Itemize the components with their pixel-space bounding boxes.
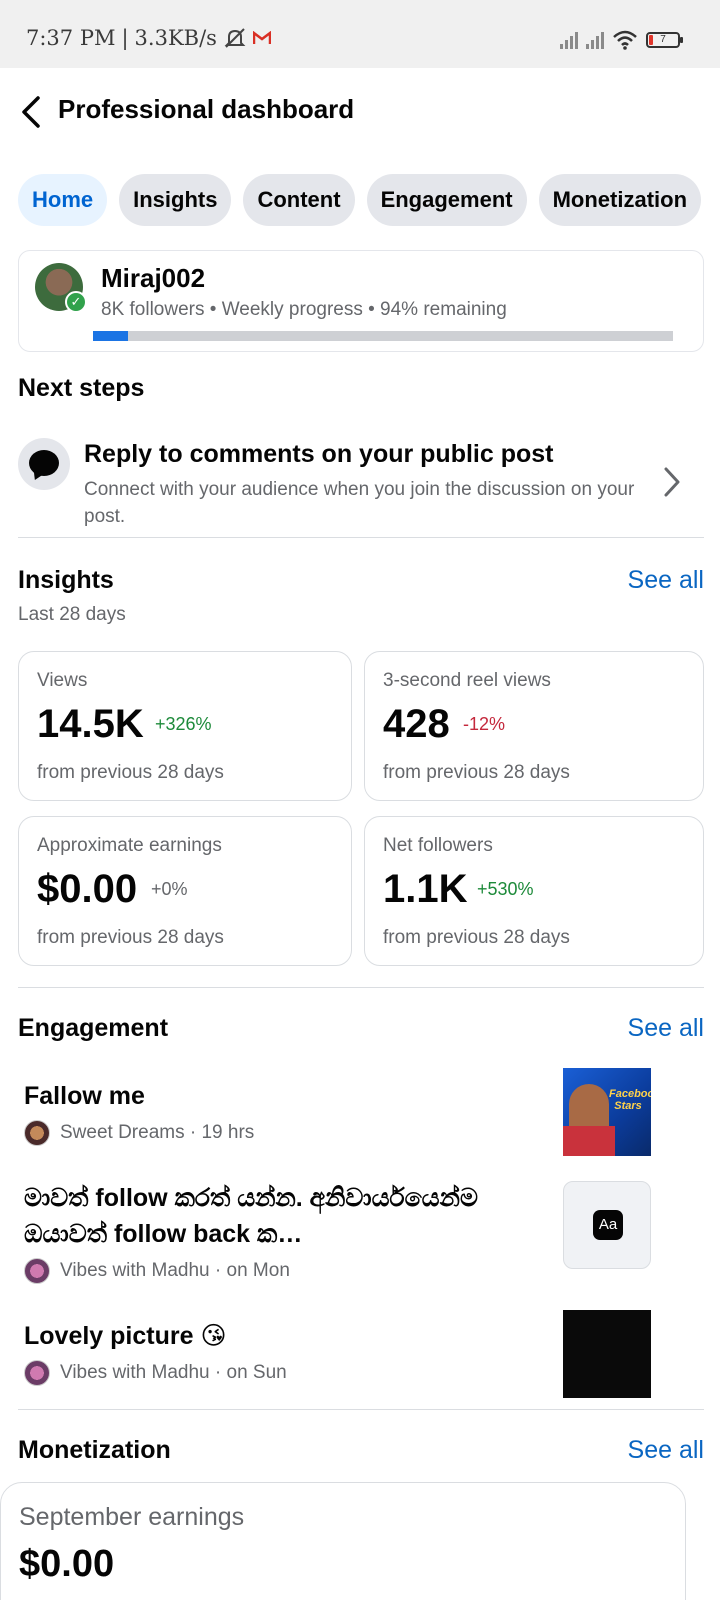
- engagement-post-title: මාවත් follow කරත් යන්න. අනිවාර්යයෙන්ම ඔය…: [24, 1184, 478, 1248]
- divider: [18, 987, 704, 988]
- avatar: [24, 1258, 50, 1284]
- status-separator: |: [121, 26, 129, 50]
- metric-change: +530%: [477, 879, 534, 899]
- post-thumbnail[interactable]: [563, 1310, 651, 1398]
- divider: [18, 1409, 704, 1410]
- progress-fill: [93, 331, 128, 341]
- next-step-description: Connect with your audience when you join…: [84, 479, 635, 527]
- thumbnail-caption: Facebook Stars: [609, 1088, 651, 1112]
- signal-icon-2: [586, 31, 604, 49]
- post-thumbnail[interactable]: Facebook Stars: [563, 1068, 651, 1156]
- status-left: 7:37 PM | 3.3KB/s: [26, 26, 271, 50]
- next-step-title[interactable]: Reply to comments on your public post: [84, 440, 553, 469]
- tab-bar: Home Insights Content Engagement Monetiz…: [18, 174, 702, 226]
- status-time: 7:37 PM: [26, 26, 116, 50]
- insights-heading: Insights: [18, 566, 114, 594]
- battery-icon: 7: [646, 32, 683, 48]
- tab-insights[interactable]: Insights: [119, 174, 232, 226]
- weekly-progress-bar: [93, 331, 673, 341]
- tab-content[interactable]: Content: [243, 174, 355, 226]
- engagement-post-meta: Vibes with Madhu · on Sun: [24, 1360, 544, 1386]
- engagement-post-meta-text: Vibes with Madhu · on Sun: [60, 1362, 287, 1383]
- engagement-heading: Engagement: [18, 1014, 169, 1042]
- page-header: Professional dashboard: [0, 68, 720, 158]
- muted-bell-icon: [224, 28, 246, 48]
- comment-icon: [18, 438, 70, 490]
- metric-footer: from previous 28 days: [37, 762, 224, 783]
- insights-period: Last 28 days: [18, 604, 126, 625]
- engagement-post-meta-text: Sweet Dreams · 19 hrs: [60, 1122, 255, 1143]
- next-steps-heading: Next steps: [18, 374, 145, 402]
- engagement-post-meta: Vibes with Madhu · on Mon: [24, 1258, 544, 1284]
- avatar: [24, 1360, 50, 1386]
- metric-value: 428: [383, 702, 450, 746]
- metric-card-earnings[interactable]: Approximate earnings $0.00 +0% from prev…: [18, 816, 352, 966]
- metric-footer: from previous 28 days: [383, 762, 570, 783]
- profile-name: Miraj002: [101, 263, 206, 293]
- back-arrow-icon[interactable]: [18, 94, 48, 130]
- signal-icon: [560, 31, 578, 49]
- metric-label: Net followers: [383, 835, 493, 856]
- status-network-speed: 3.3KB/s: [134, 26, 217, 50]
- engagement-post-title: Lovely picture 😘: [24, 1322, 227, 1350]
- engagement-see-all-link[interactable]: See all: [628, 1014, 704, 1043]
- tab-monetization[interactable]: Monetization: [538, 174, 702, 226]
- wifi-icon: [613, 30, 637, 50]
- list-item[interactable]: මාවත් follow කරත් යන්න. අනිවාර්යයෙන්ම ඔය…: [24, 1180, 544, 1284]
- text-post-icon: Aa: [593, 1210, 623, 1240]
- insights-see-all-link[interactable]: See all: [628, 566, 704, 595]
- metric-card-reel-views[interactable]: 3-second reel views 428 -12% from previo…: [364, 651, 704, 801]
- metric-change: -12%: [463, 714, 506, 734]
- tab-home[interactable]: Home: [18, 174, 108, 226]
- status-right: 7: [560, 30, 683, 50]
- earnings-card[interactable]: September earnings $0.00: [0, 1482, 686, 1600]
- metric-card-views[interactable]: Views 14.5K +326% from previous 28 days: [18, 651, 352, 801]
- engagement-post-title: Fallow me: [24, 1082, 145, 1110]
- monetization-see-all-link[interactable]: See all: [628, 1436, 704, 1465]
- battery-level: 7: [660, 34, 666, 45]
- metric-change: +0%: [151, 879, 188, 899]
- verified-check-icon: ✓: [65, 291, 87, 313]
- page-title: Professional dashboard: [58, 94, 355, 124]
- metric-label: 3-second reel views: [383, 670, 551, 691]
- avatar: [24, 1120, 50, 1146]
- status-bar: 7:37 PM | 3.3KB/s 7: [0, 0, 720, 68]
- metric-change: +326%: [155, 714, 212, 734]
- metric-value: 14.5K: [37, 702, 144, 746]
- chevron-right-icon[interactable]: [662, 466, 682, 498]
- metric-label: Views: [37, 670, 88, 691]
- list-item[interactable]: Lovely picture 😘 Vibes with Madhu · on S…: [24, 1318, 544, 1386]
- metric-value: 1.1K: [383, 867, 468, 911]
- engagement-post-meta-text: Vibes with Madhu · on Mon: [60, 1260, 290, 1281]
- metric-card-net-followers[interactable]: Net followers 1.1K +530% from previous 2…: [364, 816, 704, 966]
- metric-label: Approximate earnings: [37, 835, 222, 856]
- post-thumbnail[interactable]: Aa: [563, 1181, 651, 1269]
- metric-footer: from previous 28 days: [383, 927, 570, 948]
- engagement-post-meta: Sweet Dreams · 19 hrs: [24, 1120, 544, 1146]
- gmail-icon: [252, 31, 271, 44]
- metric-footer: from previous 28 days: [37, 927, 224, 948]
- metric-value: $0.00: [37, 867, 138, 911]
- tab-engagement[interactable]: Engagement: [366, 174, 527, 226]
- profile-card[interactable]: ✓ Miraj002 8K followers • Weekly progres…: [18, 250, 704, 352]
- earnings-value: $0.00: [19, 1543, 115, 1585]
- monetization-heading: Monetization: [18, 1436, 171, 1464]
- divider: [18, 537, 704, 538]
- profile-meta: 8K followers • Weekly progress • 94% rem…: [101, 299, 507, 320]
- earnings-label: September earnings: [19, 1503, 245, 1531]
- list-item[interactable]: Fallow me Sweet Dreams · 19 hrs: [24, 1078, 544, 1146]
